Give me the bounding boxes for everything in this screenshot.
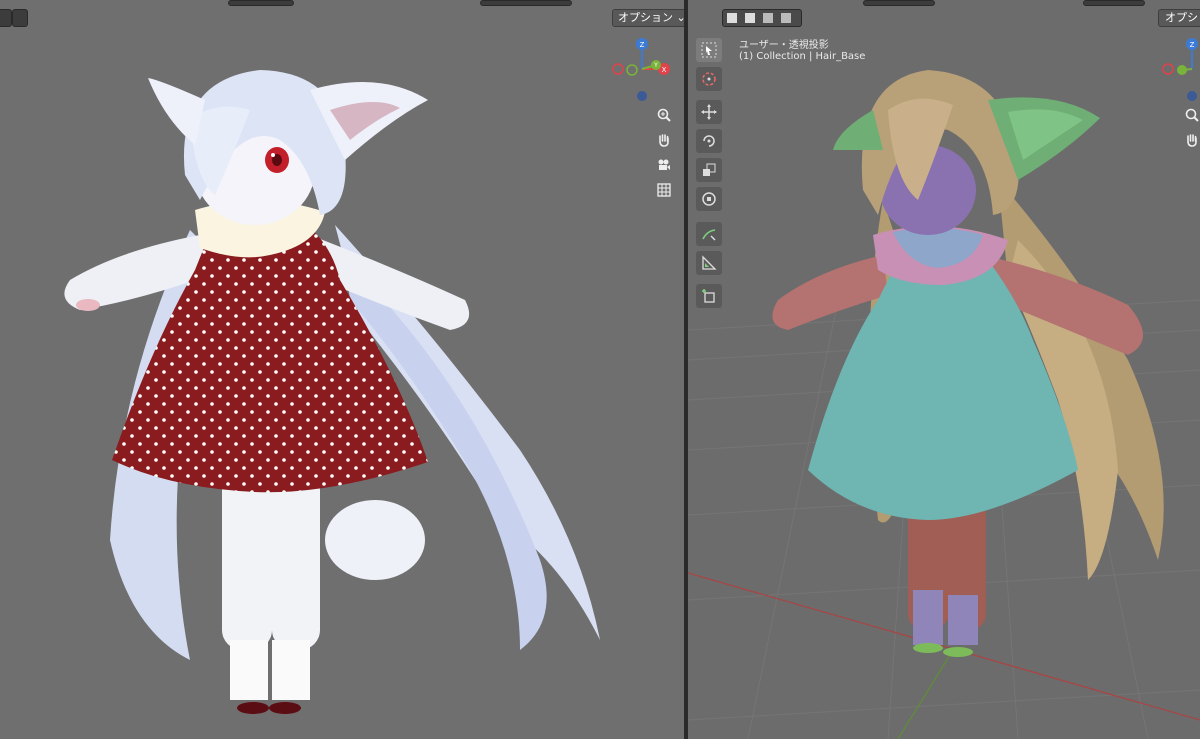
left-3d-viewport[interactable]: オプション ⌄ Z X Y	[0, 0, 684, 739]
character-model-render	[64, 70, 600, 714]
right-3d-viewport[interactable]: オプシ ユーザー・透視投影 (1) Collection | Hair_Base…	[688, 0, 1200, 739]
character-preview-render	[772, 70, 1164, 657]
